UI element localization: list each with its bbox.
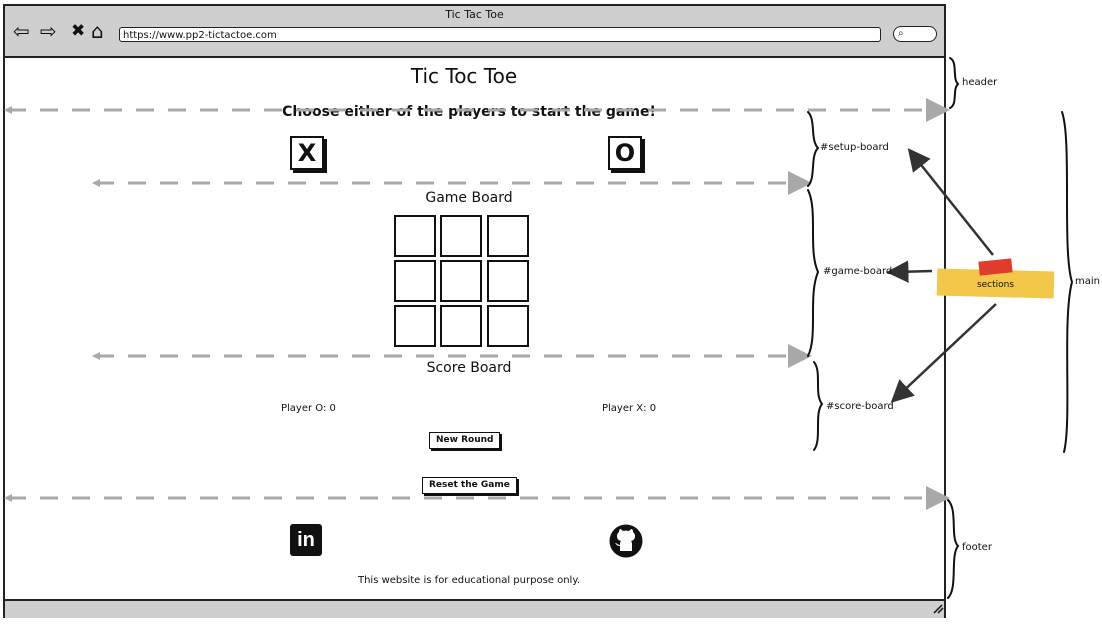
wireframe-annotations-layer bbox=[4, 57, 1074, 614]
setup-board-brace bbox=[807, 111, 820, 187]
main-brace bbox=[1061, 111, 1074, 453]
annotation-sections: sections bbox=[976, 280, 1015, 290]
game-board-brace bbox=[807, 189, 820, 357]
annotation-header: header bbox=[962, 77, 998, 88]
annotation-game-board: #game-board bbox=[823, 266, 893, 277]
footer-brace bbox=[947, 499, 960, 599]
annotation-score-board: #score-board bbox=[826, 401, 894, 412]
score-board-brace bbox=[813, 361, 824, 451]
annotation-footer: footer bbox=[962, 542, 992, 553]
header-brace bbox=[949, 57, 960, 109]
annotation-setup-board: #setup-board bbox=[820, 142, 889, 153]
annotation-main: main bbox=[1075, 276, 1100, 287]
